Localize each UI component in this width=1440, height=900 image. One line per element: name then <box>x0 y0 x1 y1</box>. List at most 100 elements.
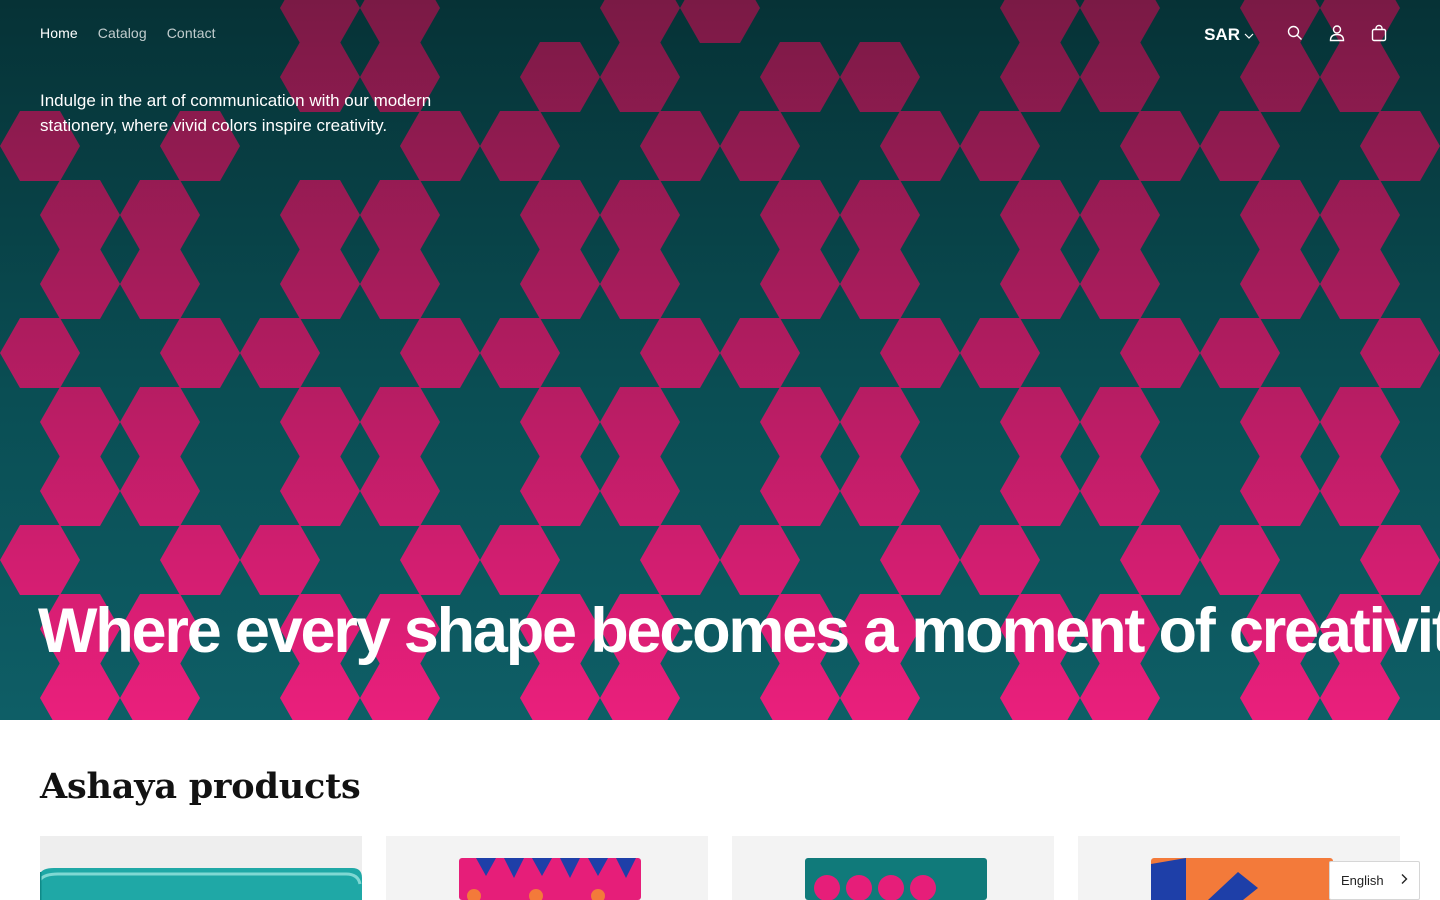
hexagon-shape <box>760 249 840 319</box>
hexagon-shape <box>1000 456 1080 526</box>
language-selector[interactable]: English <box>1329 861 1420 900</box>
hexagon-shape <box>880 318 960 388</box>
hero-banner: Home Catalog Contact SAR Indulge in the … <box>0 0 1440 720</box>
hexagon-shape <box>720 111 800 181</box>
hexagon-shape <box>1000 180 1080 250</box>
hexagon-shape <box>880 111 960 181</box>
hexagon-shape <box>1240 663 1320 720</box>
hexagon-shape <box>240 525 320 595</box>
product-image-teal-flower-notebook <box>732 836 1054 900</box>
hexagon-shape <box>1320 663 1400 720</box>
hexagon-shape <box>280 387 360 457</box>
hexagon-shape <box>520 663 600 720</box>
hexagon-shape <box>1000 663 1080 720</box>
hexagon-shape <box>480 525 560 595</box>
cart-icon <box>1370 24 1388 47</box>
hexagon-shape <box>960 318 1040 388</box>
hexagon-shape <box>160 525 240 595</box>
site-header: Home Catalog Contact SAR <box>0 0 1440 70</box>
currency-code: SAR <box>1204 25 1240 44</box>
hexagon-shape <box>1080 387 1160 457</box>
hexagon-shape <box>1240 387 1320 457</box>
hexagon-shape <box>1360 318 1440 388</box>
hexagon-shape <box>1120 318 1200 388</box>
hexagon-shape <box>840 180 920 250</box>
hexagon-shape <box>960 525 1040 595</box>
nav-link-home[interactable]: Home <box>40 25 78 41</box>
hexagon-shape <box>840 387 920 457</box>
hexagon-shape <box>520 456 600 526</box>
hexagon-shape <box>600 180 680 250</box>
hexagon-shape <box>120 456 200 526</box>
hexagon-shape <box>360 663 440 720</box>
hexagon-shape <box>280 456 360 526</box>
nav-link-catalog[interactable]: Catalog <box>98 25 147 41</box>
hexagon-shape <box>520 387 600 457</box>
account-button[interactable] <box>1316 20 1358 50</box>
hexagon-shape <box>1320 249 1400 319</box>
hexagon-shape <box>840 456 920 526</box>
hexagon-shape <box>520 180 600 250</box>
hexagon-shape <box>360 456 440 526</box>
hexagon-shape <box>600 387 680 457</box>
hexagon-shape <box>1080 180 1160 250</box>
hexagon-shape <box>640 318 720 388</box>
hexagon-shape <box>1000 249 1080 319</box>
hexagon-shape <box>280 249 360 319</box>
search-icon <box>1286 24 1304 47</box>
hexagon-shape <box>360 249 440 319</box>
hexagon-shape <box>1200 111 1280 181</box>
product-card-teal-pouch[interactable] <box>40 836 362 900</box>
hexagon-shape <box>1120 111 1200 181</box>
main-nav: Home Catalog Contact <box>40 25 216 41</box>
account-icon <box>1328 24 1346 47</box>
hexagon-shape <box>1080 663 1160 720</box>
hexagon-shape <box>1240 180 1320 250</box>
chevron-down-icon <box>1244 25 1254 45</box>
hexagon-shape <box>1240 456 1320 526</box>
hexagon-shape <box>1320 387 1400 457</box>
search-button[interactable] <box>1274 20 1316 50</box>
hexagon-shape <box>480 318 560 388</box>
hexagon-shape <box>120 249 200 319</box>
product-image-pink-star-notebook <box>386 836 708 900</box>
hexagon-shape <box>760 456 840 526</box>
hexagon-shape <box>280 180 360 250</box>
product-card-pink-star-notebook[interactable] <box>386 836 708 900</box>
hexagon-shape <box>720 525 800 595</box>
hexagon-shape <box>360 387 440 457</box>
hexagon-shape <box>1200 318 1280 388</box>
product-grid <box>40 836 1400 900</box>
currency-selector[interactable]: SAR <box>1204 20 1262 50</box>
hexagon-shape <box>1360 111 1440 181</box>
hexagon-shape <box>0 318 80 388</box>
hero-title: Where every shape becomes a moment of cr… <box>38 596 1440 666</box>
hexagon-shape <box>1320 456 1400 526</box>
nav-link-contact[interactable]: Contact <box>167 25 216 41</box>
header-actions: SAR <box>1204 20 1400 50</box>
hexagon-shape <box>280 663 360 720</box>
hexagon-shape <box>360 180 440 250</box>
hero-tagline: Indulge in the art of communication with… <box>40 91 432 135</box>
hexagon-shape <box>880 525 960 595</box>
hexagon-shape <box>400 525 480 595</box>
hexagon-shape <box>40 663 120 720</box>
hexagon-shape <box>760 663 840 720</box>
hexagon-shape <box>40 180 120 250</box>
hexagon-shape <box>400 318 480 388</box>
product-image-teal-pouch <box>40 836 362 900</box>
hexagon-shape <box>640 111 720 181</box>
hexagon-shape <box>1200 525 1280 595</box>
hexagon-shape <box>840 663 920 720</box>
hexagon-shape <box>120 180 200 250</box>
hexagon-shape <box>40 456 120 526</box>
hexagon-shape <box>40 387 120 457</box>
cart-button[interactable] <box>1358 20 1400 50</box>
hexagon-shape <box>40 249 120 319</box>
hexagon-shape <box>160 318 240 388</box>
hexagon-shape <box>760 387 840 457</box>
product-card-teal-flower-notebook[interactable] <box>732 836 1054 900</box>
hexagon-shape <box>480 111 560 181</box>
language-label: English <box>1341 873 1384 888</box>
hexagon-shape <box>1320 180 1400 250</box>
